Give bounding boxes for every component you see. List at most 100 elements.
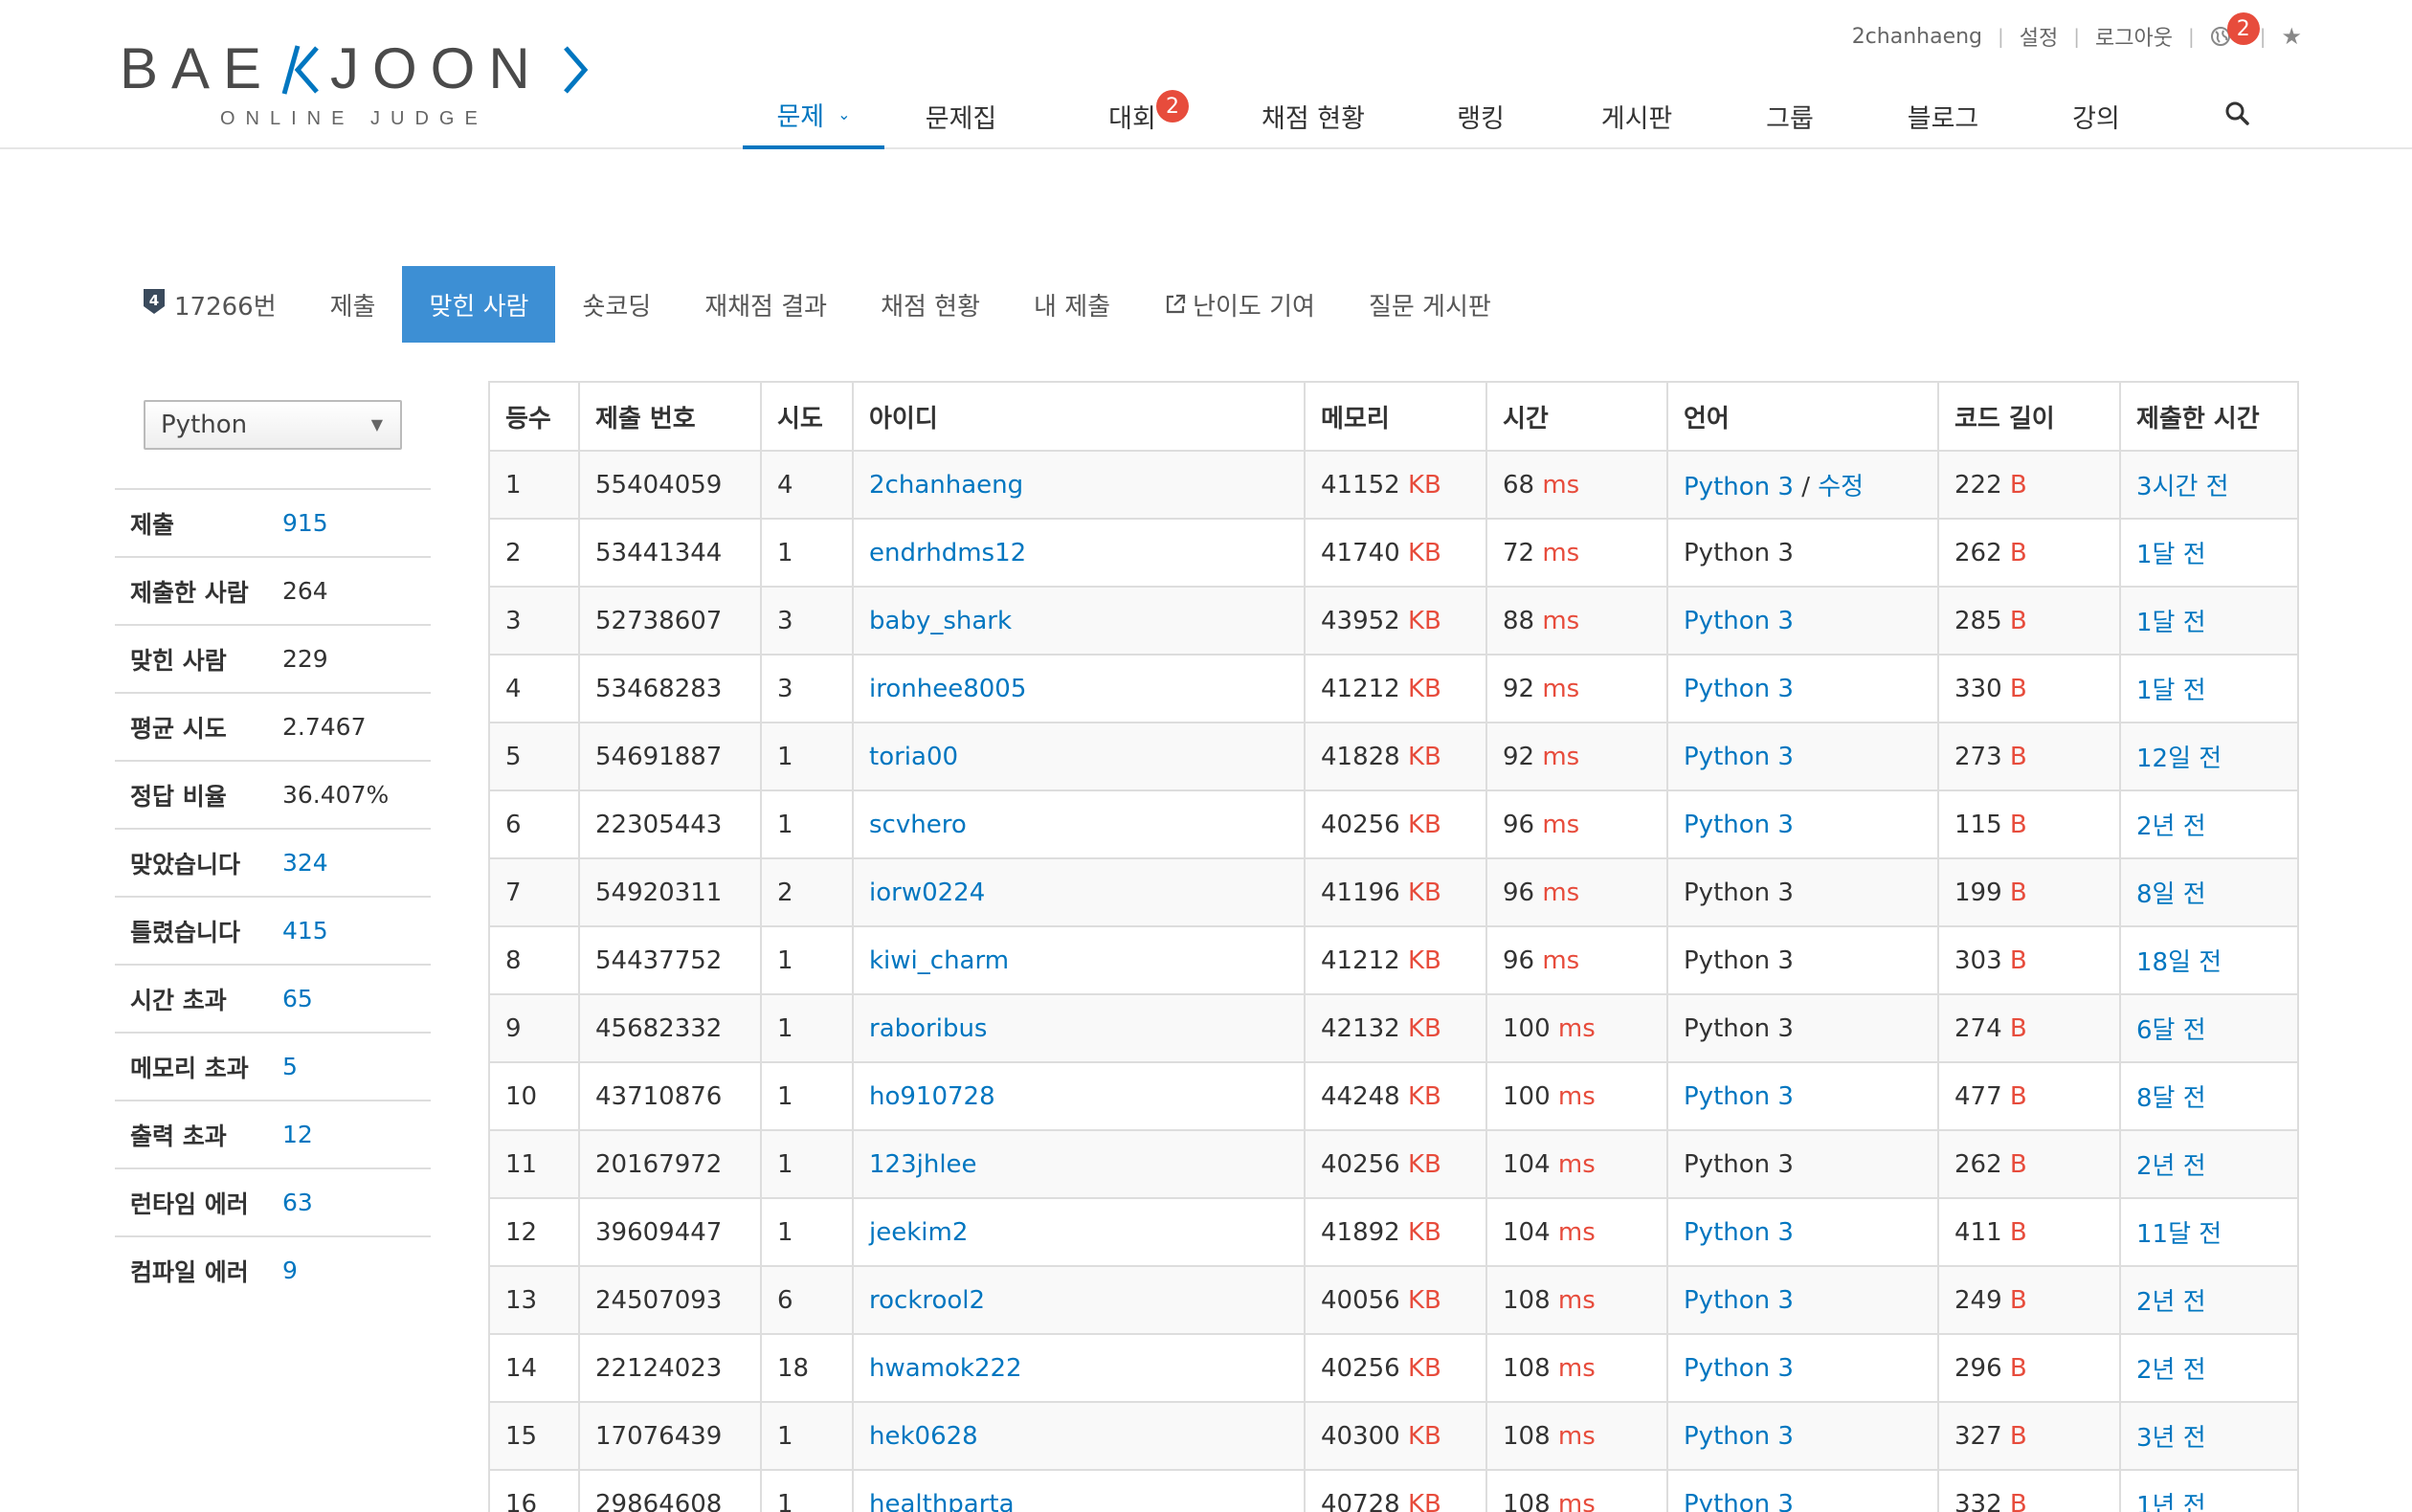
- site-logo[interactable]: BAE JOON ONLINE JUDGE: [120, 38, 598, 130]
- language-link[interactable]: Python 3: [1684, 473, 1794, 501]
- submitted-time-link[interactable]: 8달 전: [2136, 1084, 2206, 1113]
- tab-solved-users[interactable]: 맞힌 사람: [402, 266, 556, 343]
- language-link[interactable]: Python 3: [1684, 1218, 1794, 1247]
- language-link[interactable]: Python 3: [1684, 811, 1794, 839]
- nav-lecture[interactable]: 강의: [2018, 82, 2175, 149]
- table-row: 12 39609447 1 jeekim2 41892 KB 104 ms Python 3…: [488, 1197, 2299, 1267]
- user-link[interactable]: ho910728: [869, 1082, 995, 1111]
- time-unit: ms: [1557, 1013, 1596, 1043]
- notification-button[interactable]: 2: [2210, 12, 2260, 47]
- code-length-cell: 249 B: [1937, 1265, 2121, 1335]
- user-link[interactable]: ironhee8005: [869, 675, 1026, 703]
- submitted-time-link[interactable]: 1달 전: [2136, 609, 2206, 637]
- language-link[interactable]: Python 3: [1684, 1082, 1794, 1111]
- memory-value: 41892: [1321, 1217, 1400, 1247]
- memory-unit: KB: [1407, 1081, 1441, 1111]
- user-link[interactable]: scvhero: [869, 811, 967, 839]
- stat-value[interactable]: 9: [282, 1256, 298, 1284]
- stat-value[interactable]: 415: [282, 917, 328, 945]
- tab-submit[interactable]: 제출: [303, 266, 403, 343]
- language-link[interactable]: Python 3: [1684, 675, 1794, 703]
- stat-value[interactable]: 12: [282, 1121, 313, 1148]
- submitted-time-link[interactable]: 11달 전: [2136, 1220, 2222, 1249]
- memory-unit: KB: [1407, 674, 1441, 703]
- nav-ranking[interactable]: 랭킹: [1399, 82, 1562, 149]
- table-row: 1 55404059 4 2chanhaeng 41152 KB 68 ms Python …: [488, 450, 2299, 520]
- table-row: 16 29864608 1 healthparta 40728 KB 108 ms Pyth…: [488, 1469, 2299, 1512]
- user-link[interactable]: hek0628: [869, 1422, 978, 1451]
- submitted-time-link[interactable]: 2년 전: [2136, 812, 2206, 841]
- submission-id-cell: 52738607: [578, 586, 762, 656]
- user-link[interactable]: iorw0224: [869, 878, 985, 907]
- user-link[interactable]: jeekim2: [869, 1218, 968, 1247]
- logout-link[interactable]: 로그아웃: [2095, 21, 2173, 52]
- submitted-time-link[interactable]: 12일 전: [2136, 745, 2222, 773]
- stat-value[interactable]: 5: [282, 1053, 298, 1080]
- submitted-time-link[interactable]: 1년 전: [2136, 1492, 2206, 1512]
- nav-contest[interactable]: 대회 2: [1038, 82, 1227, 149]
- user-link[interactable]: endrhdms12: [869, 539, 1026, 567]
- submitted-time-link[interactable]: 2년 전: [2136, 1356, 2206, 1385]
- stat-value[interactable]: 63: [282, 1189, 313, 1216]
- submitted-time-link[interactable]: 2년 전: [2136, 1152, 2206, 1181]
- submitted-time-link[interactable]: 3년 전: [2136, 1424, 2206, 1453]
- edit-link[interactable]: 수정: [1818, 473, 1864, 501]
- language-link[interactable]: Python 3: [1684, 1286, 1794, 1315]
- nav-blog[interactable]: 블로그: [1868, 82, 2018, 149]
- nav-board[interactable]: 게시판: [1562, 82, 1711, 149]
- user-link[interactable]: raboribus: [869, 1014, 987, 1043]
- stat-label: 메모리 초과: [130, 1054, 249, 1082]
- submitted-time-cell: 2년 전: [2119, 789, 2299, 859]
- time-unit: ms: [1557, 1353, 1596, 1383]
- stat-value[interactable]: 324: [282, 849, 328, 877]
- settings-link[interactable]: 설정: [2020, 21, 2058, 52]
- submitted-time-link[interactable]: 3시간 전: [2136, 473, 2229, 501]
- tab-status[interactable]: 채점 현황: [854, 266, 1007, 343]
- nav-status[interactable]: 채점 현황: [1227, 82, 1399, 149]
- user-link[interactable]: toria00: [869, 743, 958, 771]
- user-link[interactable]: 123jhlee: [869, 1150, 977, 1179]
- memory-value: 40256: [1321, 810, 1400, 839]
- tab-qna-board[interactable]: 질문 게시판: [1342, 266, 1518, 343]
- submitted-time-link[interactable]: 2년 전: [2136, 1288, 2206, 1317]
- username-link[interactable]: 2chanhaeng: [1852, 25, 1982, 49]
- submitted-time-link[interactable]: 18일 전: [2136, 948, 2222, 977]
- tab-problem[interactable]: 4 17266번: [123, 266, 303, 343]
- tab-my-submissions[interactable]: 내 제출: [1007, 266, 1137, 343]
- table-row: 5 54691887 1 toria00 41828 KB 92 ms Python 3 27…: [488, 722, 2299, 791]
- user-link[interactable]: rockrool2: [869, 1286, 985, 1315]
- nav-workbook[interactable]: 문제집: [884, 82, 1038, 149]
- star-icon[interactable]: ★: [2281, 23, 2302, 50]
- search-button[interactable]: [2221, 94, 2253, 132]
- tab-difficulty[interactable]: 난이도 기여: [1137, 266, 1342, 343]
- nav-group[interactable]: 그룹: [1711, 82, 1868, 149]
- stat-label: 시간 초과: [130, 986, 227, 1014]
- submission-id-cell: 54691887: [578, 722, 762, 791]
- stat-value[interactable]: 915: [282, 509, 328, 537]
- tab-rejudge[interactable]: 재채점 결과: [678, 266, 854, 343]
- user-link[interactable]: kiwi_charm: [869, 946, 1009, 975]
- language-link[interactable]: Python 3: [1684, 1422, 1794, 1451]
- time-cell: 88 ms: [1485, 586, 1668, 656]
- memory-cell: 41892 KB: [1304, 1197, 1487, 1267]
- user-link[interactable]: 2chanhaeng: [869, 471, 1023, 500]
- stat-value[interactable]: 65: [282, 985, 313, 1012]
- nav-problems[interactable]: 문제 ⌄: [743, 82, 884, 149]
- language-link[interactable]: Python 3: [1684, 607, 1794, 635]
- memory-cell: 40256 KB: [1304, 789, 1487, 859]
- submitted-time-link[interactable]: 8일 전: [2136, 880, 2206, 909]
- language-link[interactable]: Python 3: [1684, 1490, 1794, 1512]
- language-link[interactable]: Python 3: [1684, 743, 1794, 771]
- nav-label: 게시판: [1600, 103, 1673, 134]
- tab-short-coding[interactable]: 숏코딩: [555, 266, 678, 343]
- user-link[interactable]: healthparta: [869, 1490, 1015, 1512]
- language-link[interactable]: Python 3: [1684, 1354, 1794, 1383]
- user-link[interactable]: hwamok222: [869, 1354, 1022, 1383]
- user-link[interactable]: baby_shark: [869, 607, 1012, 635]
- language-select[interactable]: Python ▼: [144, 400, 402, 450]
- submitted-time-link[interactable]: 6달 전: [2136, 1016, 2206, 1045]
- submitted-time-link[interactable]: 1달 전: [2136, 541, 2206, 569]
- submitted-time-link[interactable]: 1달 전: [2136, 677, 2206, 705]
- user-cell: iorw0224: [852, 857, 1306, 927]
- stat-label: 런타임 에러: [130, 1190, 249, 1218]
